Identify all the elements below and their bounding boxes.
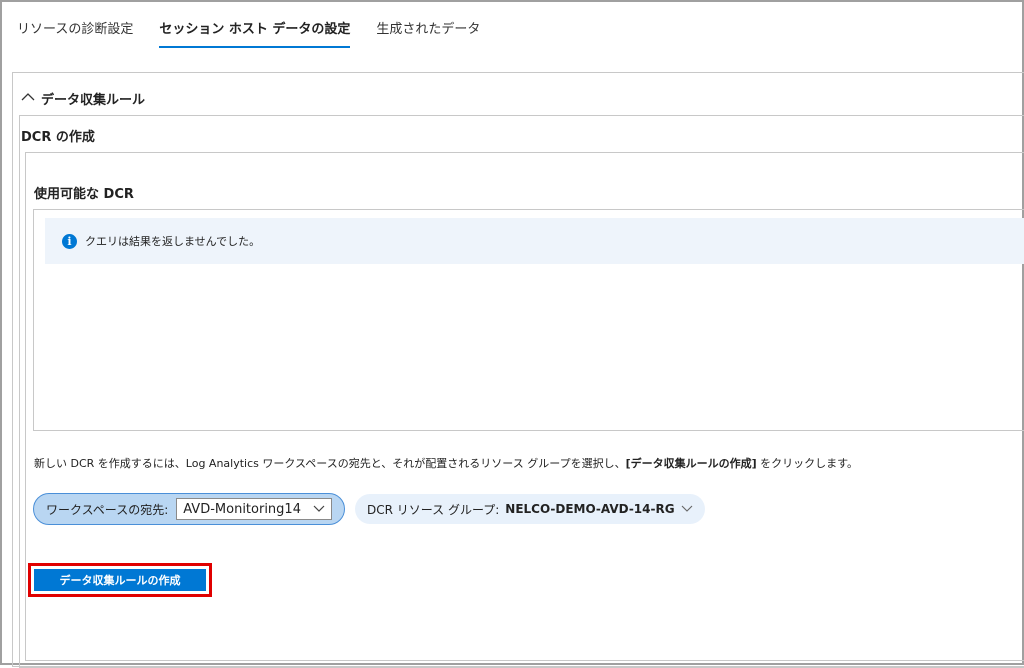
workspace-select[interactable]: AVD-Monitoring14: [176, 498, 332, 520]
info-message: クエリは結果を返しませんでした。: [85, 235, 261, 248]
info-icon: i: [62, 233, 77, 249]
dcr-create-title: DCR の作成: [21, 130, 95, 145]
dcr-create-panel: DCR の作成 使用可能な DCR i クエリは結果を返しませんでした。 新しい…: [19, 115, 1024, 668]
tab-bar: リソースの診断設定 セッション ホスト データの設定 生成されたデータ: [17, 18, 506, 48]
dcr-results-grid: i クエリは結果を返しませんでした。: [33, 209, 1024, 431]
workspace-filter: ワークスペースの宛先: AVD-Monitoring14: [33, 493, 345, 525]
rg-label: DCR リソース グループ:: [366, 502, 500, 517]
resource-group-filter[interactable]: DCR リソース グループ: NELCO-DEMO-AVD-14-RG: [354, 494, 705, 524]
info-banner: i クエリは結果を返しませんでした。: [45, 218, 1024, 264]
description-prefix: 新しい DCR を作成するには、Log Analytics ワークスペースの宛先…: [34, 457, 626, 470]
data-collection-section: データ収集ルール DCR の作成 使用可能な DCR i クエリは結果を返しませ…: [12, 72, 1024, 668]
description: 新しい DCR を作成するには、Log Analytics ワークスペースの宛先…: [34, 455, 858, 471]
available-dcr-title: 使用可能な DCR: [34, 187, 134, 202]
workspace-label: ワークスペースの宛先:: [46, 502, 169, 517]
tab-generated-data[interactable]: 生成されたデータ: [376, 18, 480, 48]
description-bold: [データ収集ルールの作成]: [625, 457, 757, 470]
chevron-up-icon: [21, 91, 35, 106]
tab-session-host-data[interactable]: セッション ホスト データの設定: [159, 18, 351, 48]
description-suffix: をクリックします。: [756, 457, 859, 470]
create-dcr-button[interactable]: データ収集ルールの作成: [34, 569, 206, 591]
chevron-down-icon: [681, 503, 693, 516]
chevron-down-icon: [313, 503, 325, 516]
rg-value: NELCO-DEMO-AVD-14-RG: [505, 502, 675, 516]
highlight-box: データ収集ルールの作成: [28, 563, 212, 597]
tab-resource-diagnostics[interactable]: リソースの診断設定: [17, 18, 133, 48]
section-toggle[interactable]: データ収集ルール: [21, 89, 145, 108]
section-title: データ収集ルール: [41, 93, 146, 108]
filter-pills: ワークスペースの宛先: AVD-Monitoring14 DCR リソース グル…: [33, 493, 705, 525]
workspace-value: AVD-Monitoring14: [183, 501, 301, 517]
dcr-content: 使用可能な DCR i クエリは結果を返しませんでした。 新しい DCR を作成…: [25, 152, 1024, 661]
